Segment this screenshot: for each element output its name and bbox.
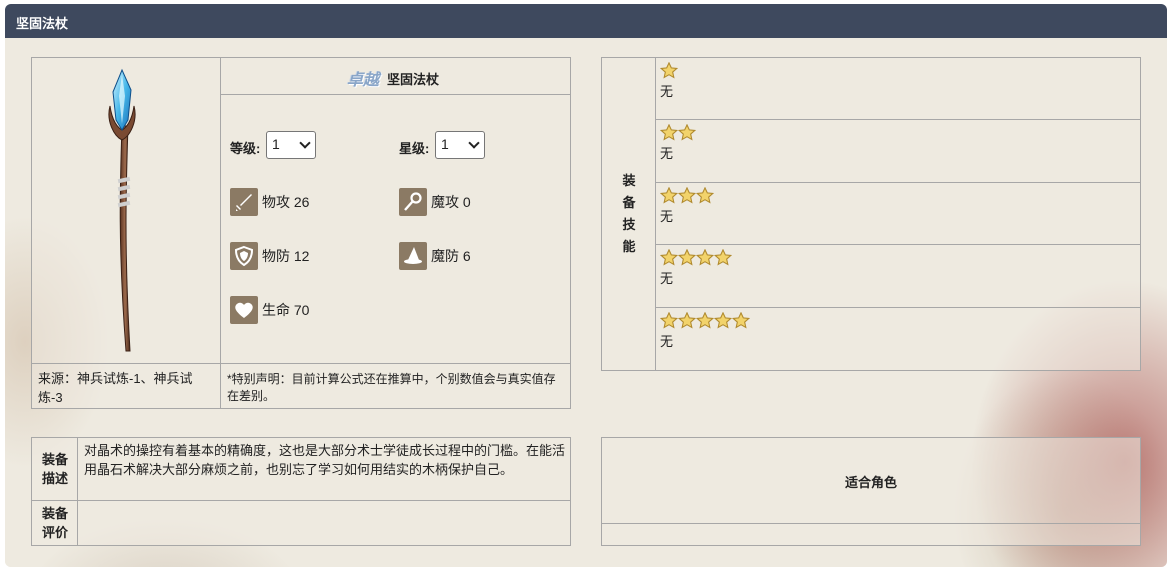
item-name: 坚固法杖 [387, 71, 440, 87]
skill-tier-5: 无 [660, 311, 750, 350]
item-source: 来源：神兵试炼-1、神兵试炼-3 [38, 371, 193, 405]
star-rating [660, 311, 750, 329]
divider [220, 57, 221, 409]
skills-label-char: 能 [622, 239, 636, 254]
skill-text: 无 [660, 84, 674, 99]
star-icon [678, 123, 696, 141]
star-icon [696, 311, 714, 329]
star-icon [714, 311, 732, 329]
stat-mag-atk: 魔攻 0 [399, 188, 471, 216]
panel-title: 坚固法杖 [16, 16, 69, 31]
divider [655, 244, 1141, 245]
stat-mag-def-text: 魔防 6 [431, 248, 471, 264]
staff-item-image [108, 68, 136, 352]
level-select[interactable]: 1 [266, 131, 316, 159]
stat-mag-def: 魔防 6 [399, 242, 471, 270]
description-text: 对晶术的操控有着基本的精确度，这也是大部分术士学徒成长过程中的门槛。在能活用晶石… [84, 443, 566, 477]
star-select-value: 1 [441, 136, 449, 152]
magic-staff-icon [399, 188, 427, 216]
star-icon [732, 311, 750, 329]
star-icon [714, 248, 732, 266]
description-label-line: 描述 [41, 470, 68, 486]
stat-phys-atk: 物攻 26 [230, 188, 309, 216]
chevron-down-icon [468, 137, 480, 149]
skill-tier-2: 无 [660, 123, 696, 162]
star-rating [660, 123, 696, 141]
chevron-down-icon [299, 137, 311, 149]
divider [31, 500, 571, 501]
skill-text: 无 [660, 334, 674, 349]
skill-text: 无 [660, 271, 674, 286]
stat-phys-def: 物防 12 [230, 242, 309, 270]
stat-phys-def-text: 物防 12 [262, 248, 310, 264]
stat-hp: 生命 70 [230, 296, 309, 324]
equipment-skills-label: 装 备 技 能 [602, 58, 656, 370]
star-icon [678, 248, 696, 266]
divider [220, 94, 571, 95]
stat-hp-text: 生命 70 [262, 302, 310, 318]
shield-icon [230, 242, 258, 270]
star-icon [678, 311, 696, 329]
description-label-line: 装备 [41, 451, 68, 467]
divider [655, 307, 1141, 308]
calculation-note: *特别声明：目前计算公式还在推算中，个别数值会与真实值存在差别。 [227, 372, 556, 403]
star-level-select[interactable]: 1 [435, 131, 485, 159]
star-level-label: 星级: [399, 141, 430, 156]
review-label-line: 评价 [41, 525, 68, 540]
heart-icon [230, 296, 258, 324]
sword-icon [230, 188, 258, 216]
skills-label-char: 技 [622, 217, 636, 232]
star-icon [678, 186, 696, 204]
stat-mag-atk-text: 魔攻 0 [431, 194, 471, 210]
star-icon [660, 311, 678, 329]
skill-text: 无 [660, 146, 674, 161]
divider [31, 363, 571, 364]
skill-tier-4: 无 [660, 248, 732, 287]
star-rating [660, 61, 678, 79]
skills-label-char: 装 [622, 173, 636, 188]
star-rating [660, 186, 714, 204]
review-label-line: 装备 [41, 506, 68, 521]
description-label: 装备 描述 [32, 437, 78, 500]
level-select-value: 1 [272, 136, 280, 152]
divider [655, 182, 1141, 183]
wizard-hat-icon [399, 242, 427, 270]
divider [655, 119, 1141, 120]
review-label: 装备 评价 [32, 500, 78, 546]
panel-header: 坚固法杖 [5, 4, 1167, 38]
skill-tier-1: 无 [660, 61, 678, 100]
star-icon [696, 186, 714, 204]
item-name-row: 卓越 坚固法杖 [347, 66, 439, 90]
skill-tier-3: 无 [660, 186, 714, 225]
star-rating [660, 248, 732, 266]
star-icon [660, 61, 678, 79]
rarity-badge: 卓越 [347, 70, 380, 89]
level-label: 等级: [230, 141, 261, 156]
star-icon [660, 248, 678, 266]
skill-text: 无 [660, 209, 674, 224]
suitable-characters-title: 适合角色 [844, 474, 897, 490]
stat-phys-atk-text: 物攻 26 [262, 194, 310, 210]
star-icon [660, 123, 678, 141]
star-icon [696, 248, 714, 266]
star-icon [660, 186, 678, 204]
skills-label-char: 备 [622, 195, 636, 210]
